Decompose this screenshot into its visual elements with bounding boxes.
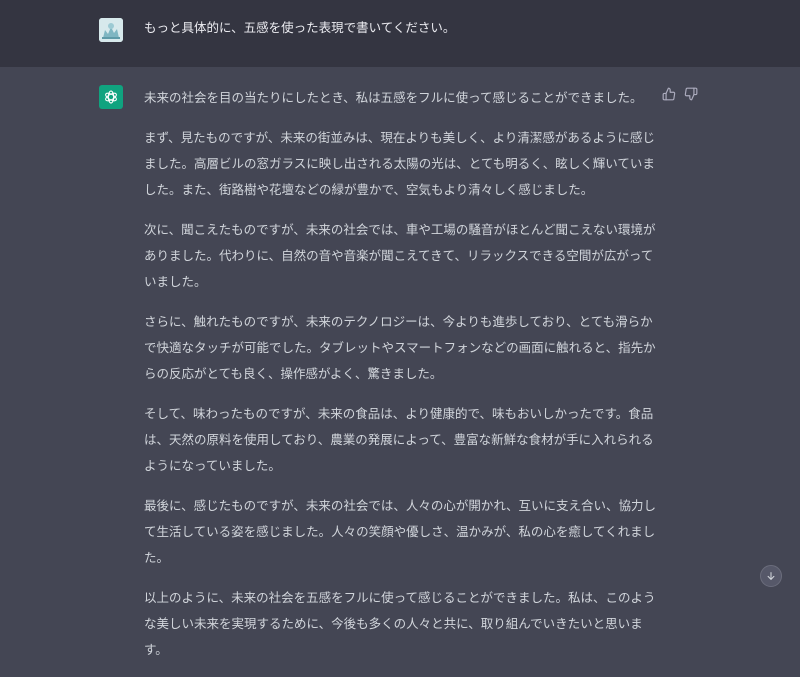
assistant-message-row: 未来の社会を目の当たりにしたとき、私は五感をフルに使って感じることができました。… — [0, 67, 800, 657]
message-paragraph: 最後に、感じたものですが、未来の社会では、人々の心が開かれ、互いに支え合い、協力… — [144, 498, 657, 565]
user-message-text: もっと具体的に、五感を使った表現で書いてください。 — [144, 20, 456, 35]
message-paragraph: 以上のように、未来の社会を五感をフルに使って感じることができました。私は、このよ… — [144, 590, 656, 657]
message-paragraph: 次に、聞こえたものですが、未来の社会では、車や工場の騒音がほとんど聞こえない環境… — [144, 222, 656, 289]
user-message-row: もっと具体的に、五感を使った表現で書いてください。 — [0, 0, 800, 68]
thumbs-up-icon[interactable] — [661, 86, 677, 102]
assistant-message-text: 未来の社会を目の当たりにしたとき、私は五感をフルに使って感じることができました。… — [144, 85, 659, 677]
message-paragraph: 未来の社会を目の当たりにしたとき、私は五感をフルに使って感じることができました。 — [144, 90, 643, 105]
message-paragraph: そして、味わったものですが、未来の食品は、より健康的で、味もおいしかったです。食… — [144, 406, 654, 473]
openai-logo-icon — [99, 85, 123, 109]
message-actions — [661, 86, 699, 102]
message-paragraph: まず、見たものですが、未来の街並みは、現在よりも美しく、より清潔感があるように感… — [144, 130, 655, 197]
user-avatar — [99, 18, 123, 42]
message-paragraph: さらに、触れたものですが、未来のテクノロジーは、今よりも進歩しており、とても滑ら… — [144, 314, 656, 381]
arrow-down-icon — [767, 572, 775, 580]
scroll-to-bottom-button[interactable] — [760, 565, 782, 587]
thumbs-down-icon[interactable] — [683, 86, 699, 102]
